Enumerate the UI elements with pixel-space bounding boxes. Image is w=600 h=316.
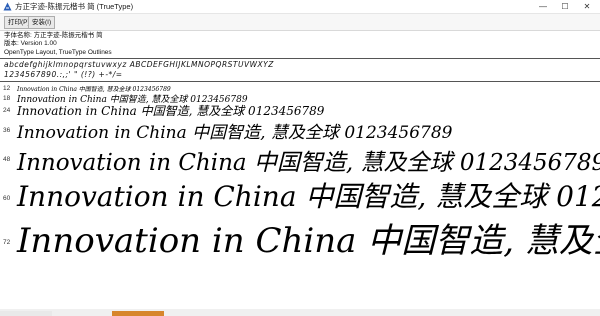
font-viewer-icon	[3, 2, 12, 11]
size-label: 18	[3, 95, 11, 102]
font-type-line: OpenType Layout, TrueType Outlines	[4, 48, 112, 56]
charset-digits: 1234567890.:,;' " (!?) +-*/=	[4, 70, 123, 79]
size-label: 60	[3, 195, 11, 202]
size-label: 36	[3, 127, 11, 134]
sample-row: 48 Innovation in China 中国智造, 慧及全球 012345…	[0, 140, 600, 174]
font-version-line: 版本: Version 1.00	[4, 40, 57, 48]
maximize-button[interactable]: ☐	[554, 0, 576, 13]
sample-text: Innovation in China 中国智造, 慧及全球 012345678…	[17, 150, 600, 174]
taskbar-item[interactable]	[0, 311, 52, 316]
sample-text: Innovation in China 中国智造, 慧及全球 012345678…	[17, 221, 600, 259]
status-bar	[0, 309, 600, 316]
font-info: 字体名称: 方正字迹-陈振元楷书 简 版本: Version 1.00 Open…	[4, 32, 112, 57]
close-button[interactable]: ✕	[576, 0, 598, 13]
size-label: 12	[3, 85, 11, 92]
sample-row: 72 Innovation in China 中国智造, 慧及全球 012345…	[0, 211, 600, 259]
window-title: 方正字迹-陈振元楷书 简 (TrueType)	[15, 2, 134, 11]
charset-letters: abcdefghijklmnopqrstuvwxyz ABCDEFGHIJKLM…	[4, 60, 274, 69]
size-label: 48	[3, 156, 11, 163]
install-button[interactable]: 安装(I)	[28, 16, 56, 29]
sample-row: 24 Innovation in China 中国智造, 慧及全球 012345…	[0, 102, 600, 118]
taskbar-item[interactable]	[112, 311, 164, 316]
sample-text: Innovation in China 中国智造, 慧及全球 012345678…	[17, 180, 600, 213]
sample-row: 36 Innovation in China 中国智造, 慧及全球 012345…	[0, 117, 600, 140]
toolbar: 打印(P) 安装(I)	[0, 14, 600, 31]
sample-row: 60 Innovation in China 中国智造, 慧及全球 012345…	[0, 173, 600, 213]
divider	[0, 58, 600, 59]
title-bar: 方正字迹-陈振元楷书 简 (TrueType) — ☐ ✕	[0, 0, 600, 14]
minimize-button[interactable]: —	[532, 0, 554, 13]
size-label: 72	[3, 239, 11, 246]
divider	[0, 81, 600, 82]
sample-text: Innovation in China 中国智造, 慧及全球 012345678…	[17, 123, 453, 140]
size-label: 24	[3, 107, 11, 114]
sample-text: Innovation in China 中国智造, 慧及全球 012345678…	[17, 104, 325, 118]
